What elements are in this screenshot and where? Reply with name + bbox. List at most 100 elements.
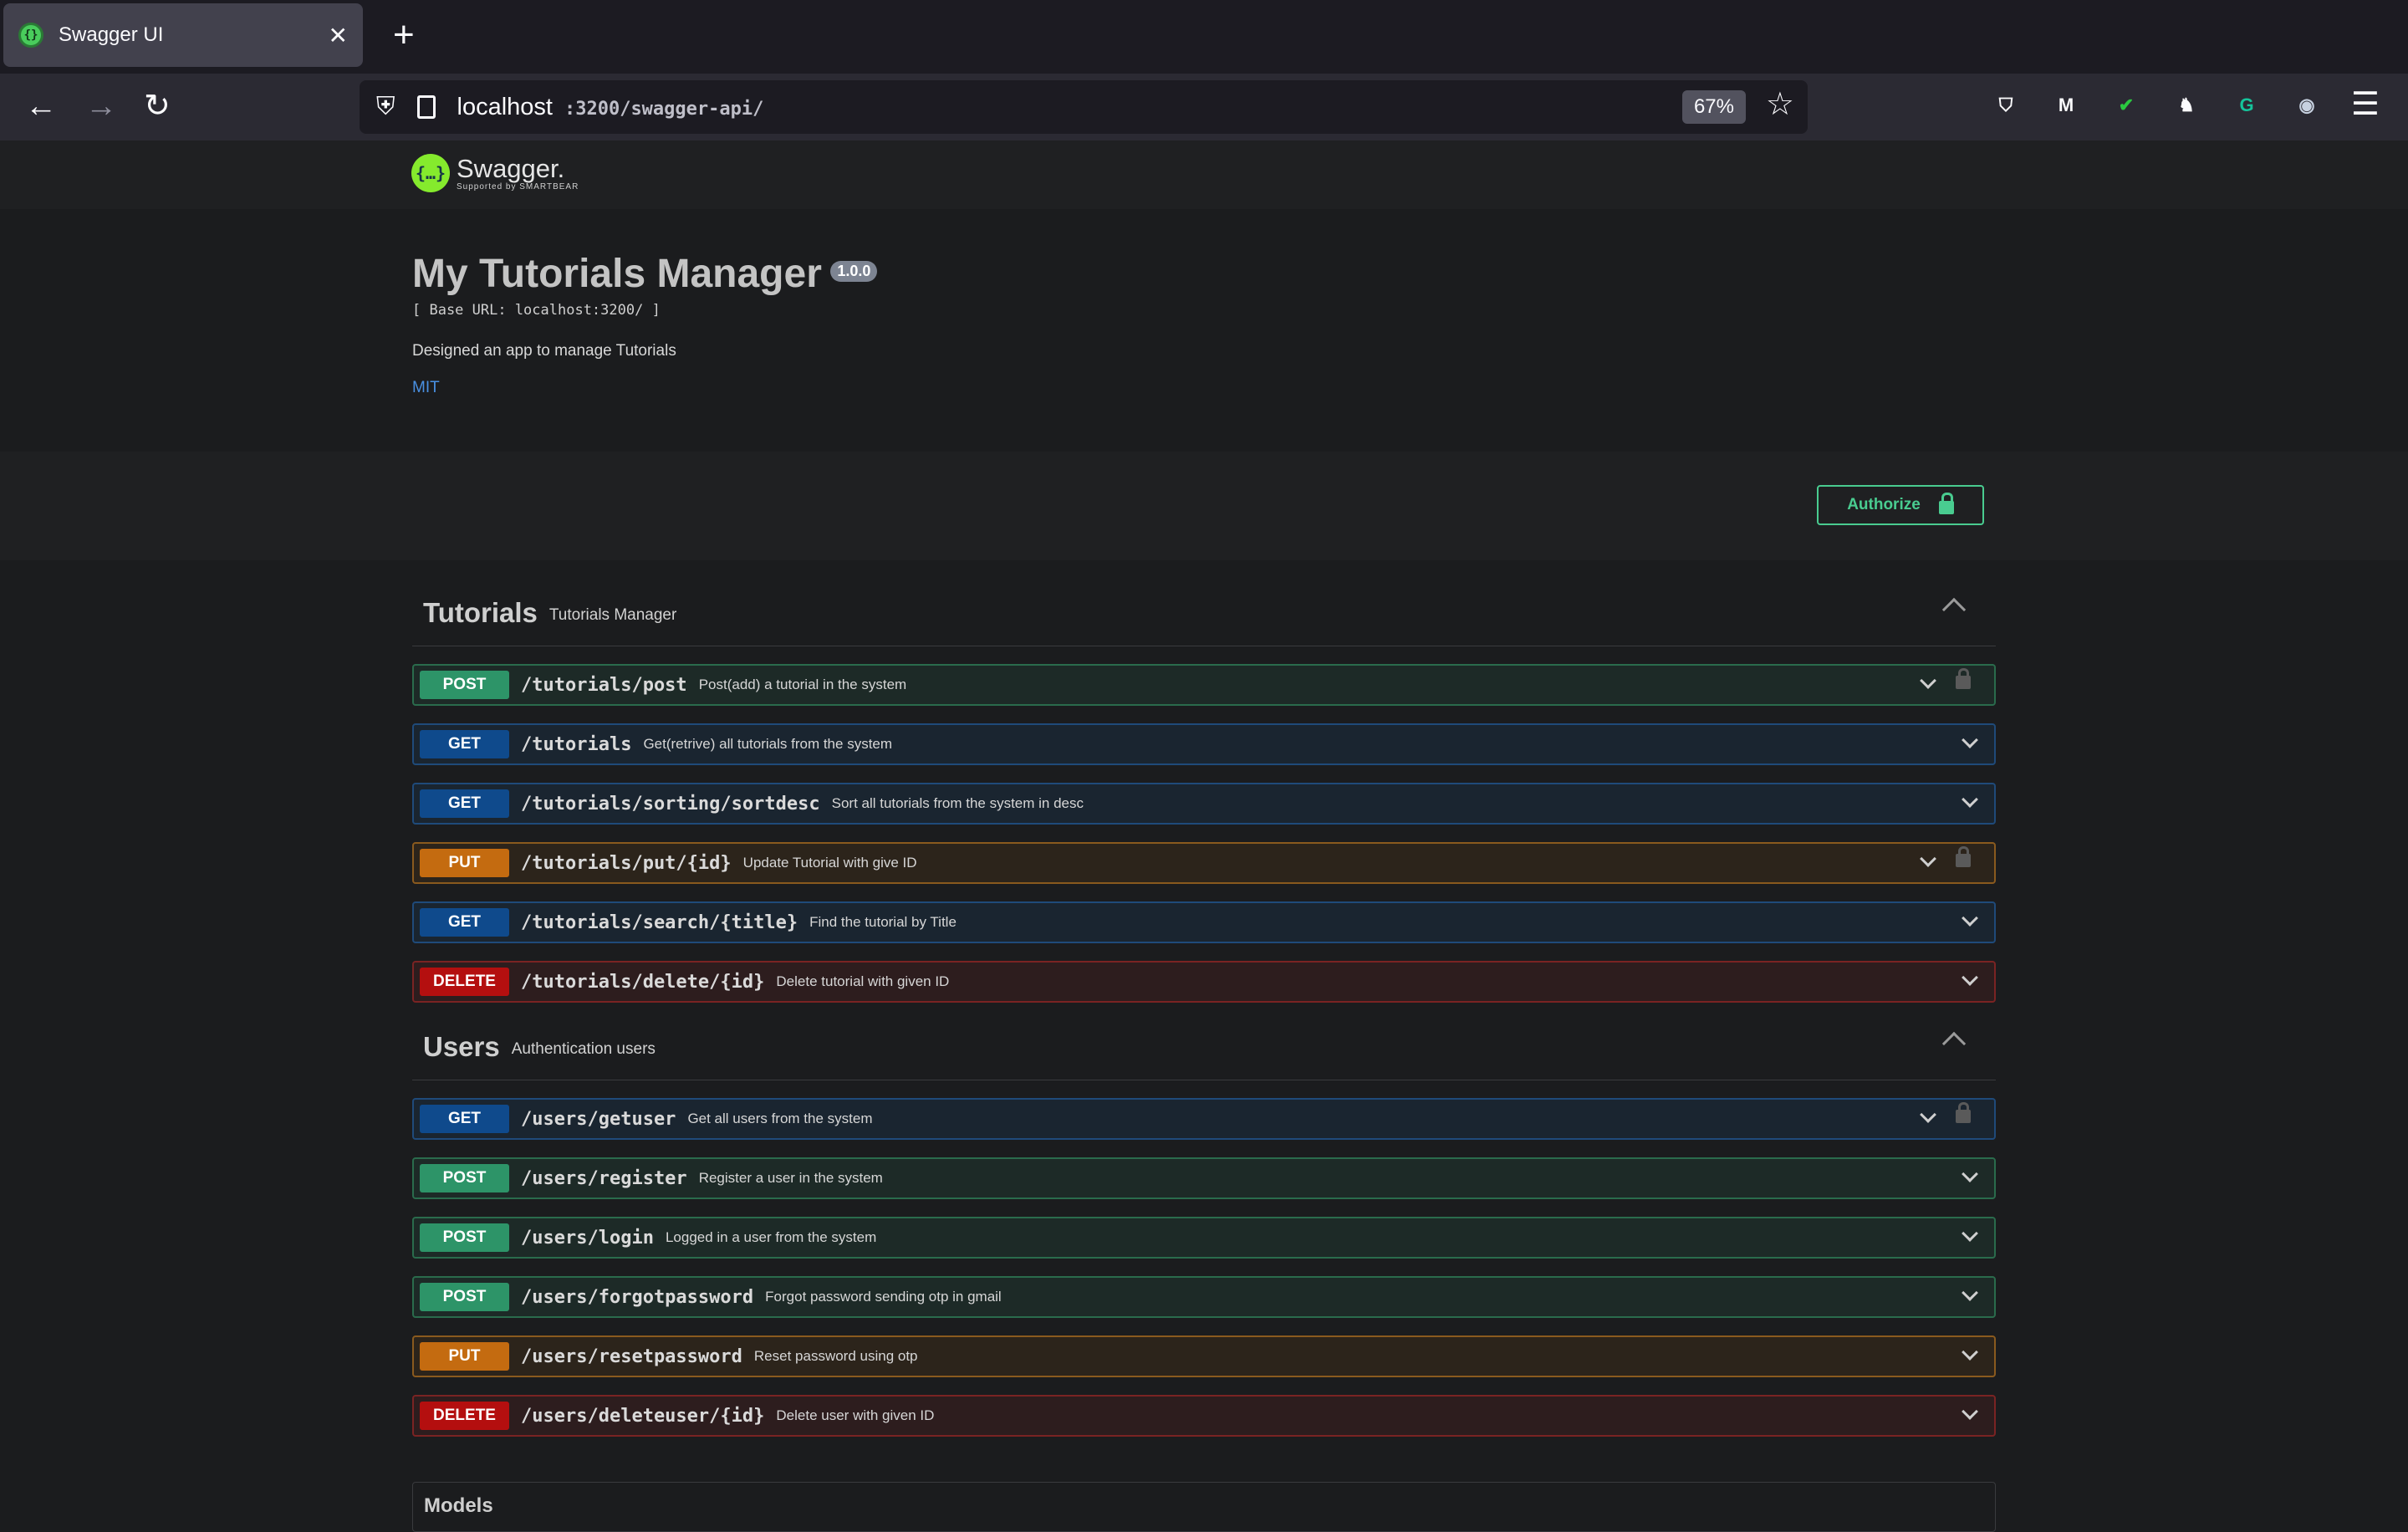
api-description: Designed an app to manage Tutorials [412, 342, 676, 360]
operation-post-row[interactable]: POST/tutorials/post Post(add) a tutorial … [412, 664, 1996, 706]
operation-path: /users/getuser [521, 1108, 676, 1130]
swagger-logo-subtext: Supported by SMARTBEAR [457, 181, 579, 192]
base-url: [ Base URL: localhost:3200/ ] [412, 302, 661, 319]
operation-path: /tutorials/search/{title} [521, 912, 798, 933]
lock-icon[interactable] [1956, 1102, 1971, 1123]
http-method-badge: POST [420, 1164, 509, 1192]
expand-chevron-icon[interactable] [1920, 1106, 1936, 1123]
operation-get-row[interactable]: GET/tutorials Get(retrive) all tutorials … [412, 723, 1996, 765]
operation-path: /tutorials/post [521, 674, 687, 696]
expand-chevron-icon[interactable] [1920, 672, 1936, 689]
url-text[interactable]: localhost:3200/swagger-api/ [457, 94, 764, 121]
expand-chevron-icon[interactable] [1962, 910, 1978, 927]
operation-put-row[interactable]: PUT/users/resetpassword Reset password us… [412, 1335, 1996, 1377]
version-badge: 1.0.0 [830, 261, 878, 282]
hamburger-menu-icon[interactable]: ☰ [2351, 85, 2380, 123]
tag-name: Users [423, 1030, 500, 1062]
expand-chevron-icon[interactable] [1962, 969, 1978, 986]
unlock-icon [1938, 493, 1954, 514]
tab-title: Swagger UI [59, 23, 164, 46]
expand-chevron-icon[interactable] [1920, 850, 1936, 867]
gnome-icon[interactable]: ♞ [2171, 90, 2201, 120]
expand-chevron-icon[interactable] [1962, 1284, 1978, 1301]
operation-get-row[interactable]: GET/users/getuser Get all users from the … [412, 1098, 1996, 1140]
shield-check-icon[interactable]: ✔ [2111, 90, 2141, 120]
models-section[interactable]: Models [412, 1482, 1996, 1532]
url-path: :3200/swagger-api/ [564, 98, 764, 120]
operation-summary: Update Tutorial with give ID [742, 855, 917, 871]
expand-chevron-icon[interactable] [1962, 1344, 1978, 1361]
swagger-topbar: {…} Swagger. Supported by SMARTBEAR [0, 140, 2408, 209]
swagger-logo-text: Swagger. [457, 153, 565, 183]
http-method-badge: GET [420, 789, 509, 818]
http-method-badge: DELETE [420, 1402, 509, 1430]
authorize-button[interactable]: Authorize [1817, 485, 1984, 525]
tracking-shield-icon[interactable]: ⛨ [376, 93, 395, 121]
lock-icon[interactable] [1956, 846, 1971, 867]
license-link[interactable]: MIT [412, 379, 440, 397]
operation-path: /users/login [521, 1227, 654, 1249]
forward-icon[interactable]: → [85, 85, 117, 127]
bookmark-star-icon[interactable]: ☆ [1766, 85, 1794, 123]
operation-get-row[interactable]: GET/tutorials/search/{title} Find the tut… [412, 901, 1996, 943]
collapse-caret-icon[interactable] [1941, 597, 1967, 622]
operation-summary: Find the tutorial by Title [809, 914, 957, 930]
operation-post-row[interactable]: POST/users/forgotpassword Forgot password… [412, 1276, 1996, 1318]
http-method-badge: GET [420, 1105, 509, 1133]
api-info: My Tutorials Manager 1.0.0 [ Base URL: l… [412, 251, 878, 397]
operation-delete-row[interactable]: DELETE/users/deleteuser/{id} Delete user … [412, 1395, 1996, 1437]
browser-tab-bar: {} Swagger UI ✕ + [0, 0, 2408, 74]
operation-summary: Forgot password sending otp in gmail [765, 1289, 1002, 1305]
swagger-logo-icon: {…} [411, 154, 450, 192]
operation-summary: Post(add) a tutorial in the system [698, 677, 907, 692]
operation-summary: Get(retrive) all tutorials from the syst… [643, 736, 893, 752]
browser-nav-bar: ← → ↻ ⛨ localhost:3200/swagger-api/ 67% … [0, 74, 2408, 140]
tag-header-users[interactable]: Users Authentication users [412, 1014, 1996, 1080]
m-extension-icon[interactable]: M [2051, 90, 2081, 120]
lock-icon[interactable] [1956, 668, 1971, 689]
tag-name: Tutorials [423, 596, 538, 628]
operation-summary: Delete user with given ID [776, 1407, 935, 1423]
operation-path: /tutorials/sorting/sortdesc [521, 793, 820, 815]
expand-chevron-icon[interactable] [1962, 1403, 1978, 1420]
http-method-badge: POST [420, 671, 509, 699]
address-bar[interactable]: ⛨ localhost:3200/swagger-api/ 67% ☆ [360, 80, 1808, 134]
expand-chevron-icon[interactable] [1962, 732, 1978, 748]
expand-chevron-icon[interactable] [1962, 791, 1978, 808]
scheme-container: Authorize [0, 452, 2408, 560]
http-method-badge: PUT [420, 1342, 509, 1371]
back-icon[interactable]: ← [25, 85, 57, 127]
expand-chevron-icon[interactable] [1962, 1225, 1978, 1242]
pocket-icon[interactable]: ⛉ [1991, 90, 2021, 120]
browser-tab[interactable]: {} Swagger UI ✕ [3, 3, 363, 67]
operation-summary: Reset password using otp [753, 1348, 918, 1364]
close-tab-icon[interactable]: ✕ [329, 22, 348, 49]
operation-summary: Logged in a user from the system [665, 1229, 877, 1245]
grammarly-icon[interactable]: G [2232, 90, 2262, 120]
operation-delete-row[interactable]: DELETE/tutorials/delete/{id} Delete tutor… [412, 961, 1996, 1003]
spy-glasses-icon[interactable]: ◉ [2292, 90, 2322, 120]
operation-summary: Delete tutorial with given ID [776, 973, 950, 989]
swagger-logo[interactable]: {…} Swagger. Supported by SMARTBEAR [411, 154, 579, 192]
tag-section-tutorials: Tutorials Tutorials Manager POST/tutoria… [412, 580, 1996, 1003]
http-method-badge: POST [420, 1223, 509, 1252]
operation-summary: Get all users from the system [687, 1111, 873, 1126]
zoom-level-button[interactable]: 67% [1681, 90, 1746, 124]
operation-path: /users/resetpassword [521, 1346, 742, 1367]
http-method-badge: DELETE [420, 968, 509, 996]
operation-put-row[interactable]: PUT/tutorials/put/{id} Update Tutorial wi… [412, 842, 1996, 884]
operation-get-row[interactable]: GET/tutorials/sorting/sortdesc Sort all t… [412, 783, 1996, 825]
reload-icon[interactable]: ↻ [144, 85, 171, 127]
collapse-caret-icon[interactable] [1941, 1031, 1967, 1056]
http-method-badge: GET [420, 730, 509, 758]
operation-path: /users/deleteuser/{id} [521, 1405, 765, 1427]
tag-header-tutorials[interactable]: Tutorials Tutorials Manager [412, 580, 1996, 646]
operation-post-row[interactable]: POST/users/login Logged in a user from th… [412, 1217, 1996, 1259]
operation-summary: Register a user in the system [698, 1170, 883, 1186]
operation-post-row[interactable]: POST/users/register Register a user in th… [412, 1157, 1996, 1199]
page-info-icon[interactable] [416, 95, 436, 119]
http-method-badge: PUT [420, 849, 509, 877]
expand-chevron-icon[interactable] [1962, 1166, 1978, 1182]
new-tab-icon[interactable]: + [393, 17, 415, 54]
operation-summary: Sort all tutorials from the system in de… [831, 795, 1084, 811]
